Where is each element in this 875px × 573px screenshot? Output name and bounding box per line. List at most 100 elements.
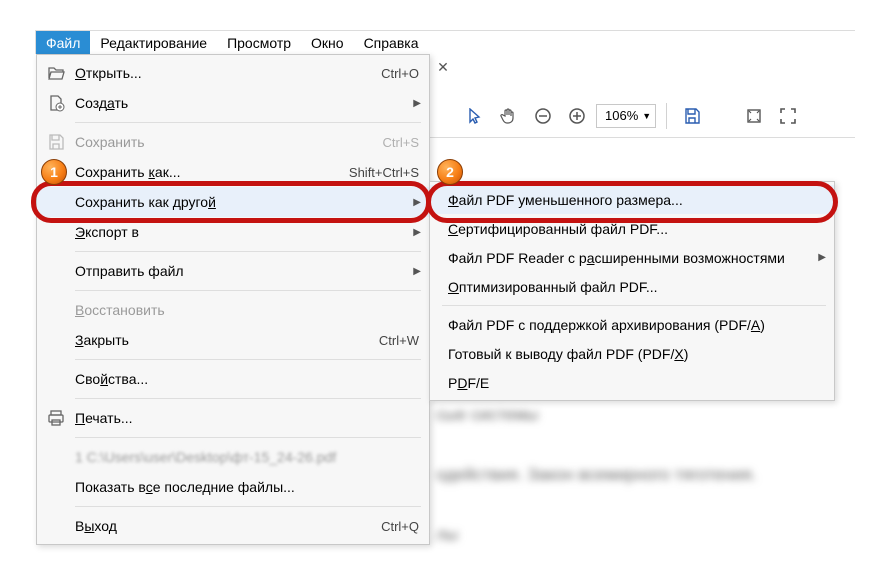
menu-separator [75, 506, 421, 507]
menu-label: Файл PDF уменьшенного размера... [448, 192, 824, 208]
menu-item-save-as[interactable]: Сохранить как... Shift+Ctrl+S [37, 157, 429, 187]
menu-label: Сертифицированный файл PDF... [448, 221, 824, 237]
menu-label: 1 C:\Users\user\Desktop\фт-15_24-26.pdf [75, 449, 419, 465]
menu-label: Выход [75, 518, 381, 534]
menu-item-print[interactable]: Печать... [37, 403, 429, 433]
submenu-item-pdfa[interactable]: Файл PDF с поддержкой архивирования (PDF… [430, 310, 834, 339]
viewer-toolbar: 106% ▼ [430, 94, 855, 138]
menubar-item-view[interactable]: Просмотр [217, 31, 301, 54]
menu-item-export[interactable]: Экспорт в ▶ [37, 217, 429, 247]
submenu-item-certified-pdf[interactable]: Сертифицированный файл PDF... [430, 214, 834, 243]
blank-icon [45, 299, 67, 321]
blank-icon [45, 221, 67, 243]
zoom-in-icon[interactable] [562, 101, 592, 131]
submenu-arrow-icon: ▶ [413, 197, 421, 208]
submenu-arrow-icon: ▶ [818, 252, 826, 263]
menu-item-exit[interactable]: Выход Ctrl+Q [37, 511, 429, 541]
menu-item-save-as-other[interactable]: Сохранить как другой ▶ [37, 187, 429, 217]
blurred-line: одействия. Закон всемирного тяготения. [436, 455, 856, 495]
menu-separator [75, 122, 421, 123]
annotation-badge-2: 2 [437, 159, 463, 185]
zoom-value: 106% [605, 108, 638, 123]
submenu-arrow-icon: ▶ [413, 227, 421, 238]
submenu-arrow-icon: ▶ [413, 266, 421, 277]
menu-label: Открыть... [75, 65, 381, 81]
new-document-icon [45, 92, 67, 114]
submenu-item-optimized-pdf[interactable]: Оптимизированный файл PDF... [430, 272, 834, 301]
blank-icon [45, 446, 67, 468]
menu-label: Показать все последние файлы... [75, 479, 419, 495]
blurred-line: лы [436, 515, 856, 555]
menu-label: Сохранить как другой [75, 194, 419, 210]
menu-label: Файл PDF Reader с расширенными возможнос… [448, 250, 824, 266]
save-as-other-submenu: Файл PDF уменьшенного размера... Сертифи… [429, 181, 835, 401]
menubar: Файл Редактирование Просмотр Окно Справк… [35, 30, 855, 54]
submenu-item-reduced-size-pdf[interactable]: Файл PDF уменьшенного размера... [430, 185, 834, 214]
save-disk-icon [45, 131, 67, 153]
menubar-item-edit[interactable]: Редактирование [90, 31, 217, 54]
menu-separator [75, 398, 421, 399]
menubar-item-file[interactable]: Файл [36, 31, 90, 54]
fit-page-icon[interactable] [739, 101, 769, 131]
menu-label: Восстановить [75, 302, 419, 318]
menu-item-close[interactable]: Закрыть Ctrl+W [37, 325, 429, 355]
menu-label: Свойства... [75, 371, 419, 387]
submenu-item-pdfx[interactable]: Готовый к выводу файл PDF (PDF/X) [430, 339, 834, 368]
file-menu-dropdown: Открыть... Ctrl+O Создать ▶ Сохранить Ct… [36, 54, 430, 545]
shortcut: Ctrl+S [383, 135, 419, 150]
toolbar-separator [666, 103, 667, 129]
submenu-item-reader-extended-pdf[interactable]: Файл PDF Reader с расширенными возможнос… [430, 243, 834, 272]
tab-close-button[interactable]: ✕ [436, 60, 450, 74]
menu-label: Оптимизированный файл PDF... [448, 279, 824, 295]
fullscreen-icon[interactable] [773, 101, 803, 131]
menubar-item-window[interactable]: Окно [301, 31, 354, 54]
menu-item-show-all-recent[interactable]: Показать все последние файлы... [37, 472, 429, 502]
shortcut: Ctrl+O [381, 66, 419, 81]
menu-label: Создать [75, 95, 419, 111]
menu-label: Готовый к выводу файл PDF (PDF/X) [448, 346, 824, 362]
menu-separator [442, 305, 826, 306]
submenu-arrow-icon: ▶ [413, 98, 421, 109]
blank-icon [45, 191, 67, 213]
blank-icon [45, 515, 67, 537]
blurred-line: сые системы [436, 395, 856, 435]
shortcut: Shift+Ctrl+S [349, 165, 419, 180]
save-icon[interactable] [677, 101, 707, 131]
printer-icon [45, 407, 67, 429]
hand-tool-icon[interactable] [494, 101, 524, 131]
menu-item-send-file[interactable]: Отправить файл ▶ [37, 256, 429, 286]
folder-open-icon [45, 62, 67, 84]
menu-separator [75, 359, 421, 360]
zoom-level-select[interactable]: 106% ▼ [596, 104, 656, 128]
menu-label: Отправить файл [75, 263, 419, 279]
menu-item-revert: Восстановить [37, 295, 429, 325]
menu-label: Сохранить [75, 134, 383, 150]
menu-item-create[interactable]: Создать ▶ [37, 88, 429, 118]
submenu-item-pdfe[interactable]: PDF/E [430, 368, 834, 397]
menu-label: Закрыть [75, 332, 379, 348]
menu-separator [75, 251, 421, 252]
zoom-out-icon[interactable] [528, 101, 558, 131]
menu-label: Сохранить как... [75, 164, 349, 180]
menu-label: Файл PDF с поддержкой архивирования (PDF… [448, 317, 824, 333]
menu-item-open[interactable]: Открыть... Ctrl+O [37, 58, 429, 88]
pointer-tool-icon[interactable] [460, 101, 490, 131]
menu-label: PDF/E [448, 375, 824, 391]
shortcut: Ctrl+Q [381, 519, 419, 534]
blank-icon [45, 368, 67, 390]
menu-separator [75, 290, 421, 291]
menu-item-recent-file-1[interactable]: 1 C:\Users\user\Desktop\фт-15_24-26.pdf [37, 442, 429, 472]
menubar-item-help[interactable]: Справка [354, 31, 429, 54]
menu-separator [75, 437, 421, 438]
blank-icon [45, 260, 67, 282]
annotation-badge-1: 1 [41, 159, 67, 185]
menu-item-properties[interactable]: Свойства... [37, 364, 429, 394]
blank-icon [45, 476, 67, 498]
menu-item-save: Сохранить Ctrl+S [37, 127, 429, 157]
menu-label: Печать... [75, 410, 419, 426]
menu-label: Экспорт в [75, 224, 419, 240]
chevron-down-icon: ▼ [642, 111, 651, 121]
blank-icon [45, 329, 67, 351]
shortcut: Ctrl+W [379, 333, 419, 348]
document-blurred-content: сые системы одействия. Закон всемирного … [436, 395, 856, 555]
